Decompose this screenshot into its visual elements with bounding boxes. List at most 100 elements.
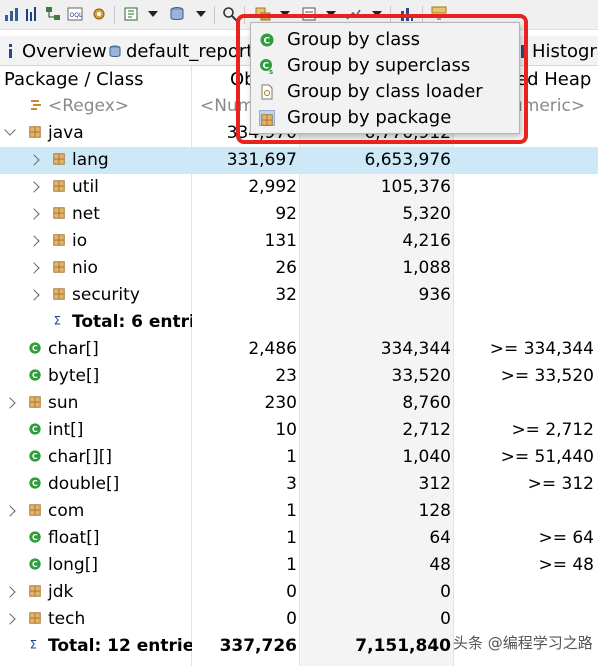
row-name: char[][] [48, 447, 113, 467]
row-objects: 1 [286, 447, 297, 467]
row-objects: 26 [275, 258, 297, 278]
heap-dump-db-icon[interactable] [168, 5, 186, 23]
menu-item-group-by-superclass[interactable]: Cs Group by superclass [251, 53, 519, 79]
thread-gear-icon[interactable] [90, 5, 108, 23]
row-name: security [72, 285, 140, 305]
bar-chart-icon[interactable] [3, 5, 21, 23]
tab-overview[interactable]: Overview [4, 36, 107, 66]
row-objects: 32 [275, 285, 297, 305]
table-row[interactable]: security 32 936 [0, 282, 598, 309]
row-name: int[] [48, 420, 84, 440]
histogram-icon[interactable] [398, 5, 416, 23]
menu-item-label: Group by class [287, 29, 421, 50]
row-retained-heap: >= 334,344 [489, 339, 594, 359]
table-row[interactable]: Cchar[][] 1 1,040 >= 51,440 [0, 444, 598, 471]
svg-text:s: s [269, 68, 273, 74]
row-objects: 2,992 [248, 177, 297, 197]
class-loader-icon [259, 84, 275, 100]
row-objects: 331,697 [226, 150, 297, 170]
row-shallow-heap [300, 309, 451, 336]
row-retained-heap [454, 309, 594, 336]
row-retained-heap [454, 201, 594, 228]
row-retained-heap: >= 51,440 [500, 447, 594, 467]
row-name: net [72, 204, 100, 224]
report-icon [108, 43, 122, 59]
table-row[interactable]: Cdouble[] 3 312 >= 312 [0, 471, 598, 498]
row-retained-heap [454, 390, 594, 417]
row-name: double[] [48, 474, 120, 494]
table-row[interactable]: Cint[] 10 2,712 >= 2,712 [0, 417, 598, 444]
row-objects: 2,486 [248, 339, 297, 359]
row-objects: 3 [286, 474, 297, 494]
class-hierarchy-icon[interactable] [44, 5, 62, 23]
row-name: byte[] [48, 366, 100, 386]
row-shallow-heap: 48 [429, 555, 451, 575]
row-shallow-heap: 2,712 [402, 420, 451, 440]
row-objects: 1 [286, 528, 297, 548]
regex-filter-input[interactable]: <Regex> [0, 93, 192, 120]
row-name: lang [72, 150, 109, 170]
row-retained-heap [454, 498, 594, 525]
row-shallow-heap: 0 [440, 609, 451, 629]
table-row[interactable]: nio 26 1,088 [0, 255, 598, 282]
query-browser-icon[interactable] [300, 5, 318, 23]
row-shallow-heap: 1,088 [402, 258, 451, 278]
row-shallow-heap: 334,344 [380, 339, 451, 359]
table-row[interactable]: com 1 128 [0, 498, 598, 525]
table-row[interactable]: net 92 5,320 [0, 201, 598, 228]
row-name: long[] [48, 555, 98, 575]
table-row[interactable]: Cbyte[] 23 33,520 >= 33,520 [0, 363, 598, 390]
menu-item-label: Group by package [287, 107, 452, 128]
row-objects: 1 [286, 555, 297, 575]
row-name: char[] [48, 339, 99, 359]
row-objects: 23 [275, 366, 297, 386]
row-shallow-heap: 936 [418, 285, 451, 305]
row-retained-heap [454, 174, 594, 201]
menu-item-label: Group by class loader [287, 81, 483, 102]
table-row[interactable]: ΣTotal: 6 entries [0, 309, 598, 336]
search-icon[interactable] [221, 5, 239, 23]
menu-item-group-by-package[interactable]: Group by package [251, 105, 519, 131]
row-retained-heap [454, 606, 594, 633]
table-row[interactable]: Cfloat[] 1 64 >= 64 [0, 525, 598, 552]
row-shallow-heap: 8,760 [402, 393, 451, 413]
row-shallow-heap: 0 [440, 582, 451, 602]
export-icon[interactable] [344, 5, 362, 23]
group-by-icon[interactable] [254, 5, 272, 23]
table-row[interactable]: Cchar[] 2,486 334,344 >= 334,344 [0, 336, 598, 363]
row-name: Total: 12 entries [48, 636, 192, 656]
tab-default-report[interactable]: default_report [108, 36, 253, 66]
column-header-package-class[interactable]: Package / Class [0, 66, 192, 93]
table-row[interactable]: sun 230 8,760 [0, 390, 598, 417]
row-retained-heap [454, 255, 594, 282]
row-retained-heap [454, 147, 594, 174]
class-icon: C [259, 32, 275, 48]
row-retained-heap: >= 312 [527, 474, 594, 494]
row-objects: 0 [286, 582, 297, 602]
table-row[interactable]: jdk 0 0 [0, 579, 598, 606]
row-name: io [72, 231, 88, 251]
row-objects: 92 [275, 204, 297, 224]
menu-item-group-by-class[interactable]: C Group by class [251, 27, 519, 53]
row-shallow-heap: 128 [418, 501, 451, 521]
run-report-icon[interactable] [122, 5, 140, 23]
row-name: util [72, 177, 99, 197]
row-objects: 1 [286, 501, 297, 521]
group-by-menu: C Group by class Cs Group by superclass … [250, 22, 520, 134]
histogram-icon[interactable] [23, 5, 41, 23]
menu-item-group-by-class-loader[interactable]: Group by class loader [251, 79, 519, 105]
row-retained-heap [454, 579, 594, 606]
tab-histogram-label: Histogra [532, 40, 598, 62]
table-row[interactable]: Clong[] 1 48 >= 48 [0, 552, 598, 579]
table-row[interactable]: io 131 4,216 [0, 228, 598, 255]
table-row[interactable]: lang 331,697 6,653,976 [0, 147, 598, 174]
row-shallow-heap: 5,320 [402, 204, 451, 224]
row-objects: 10 [275, 420, 297, 440]
row-shallow-heap: 4,216 [402, 231, 451, 251]
table-row[interactable]: tech 0 0 [0, 606, 598, 633]
table-row[interactable]: util 2,992 105,376 [0, 174, 598, 201]
compare-icon[interactable] [430, 5, 448, 23]
tab-histogram[interactable]: Histogra [514, 36, 598, 66]
oql-icon[interactable]: OQL [66, 5, 84, 23]
histogram-table: Package / Class Ob ed Heap <Regex> <Num … [0, 66, 598, 666]
